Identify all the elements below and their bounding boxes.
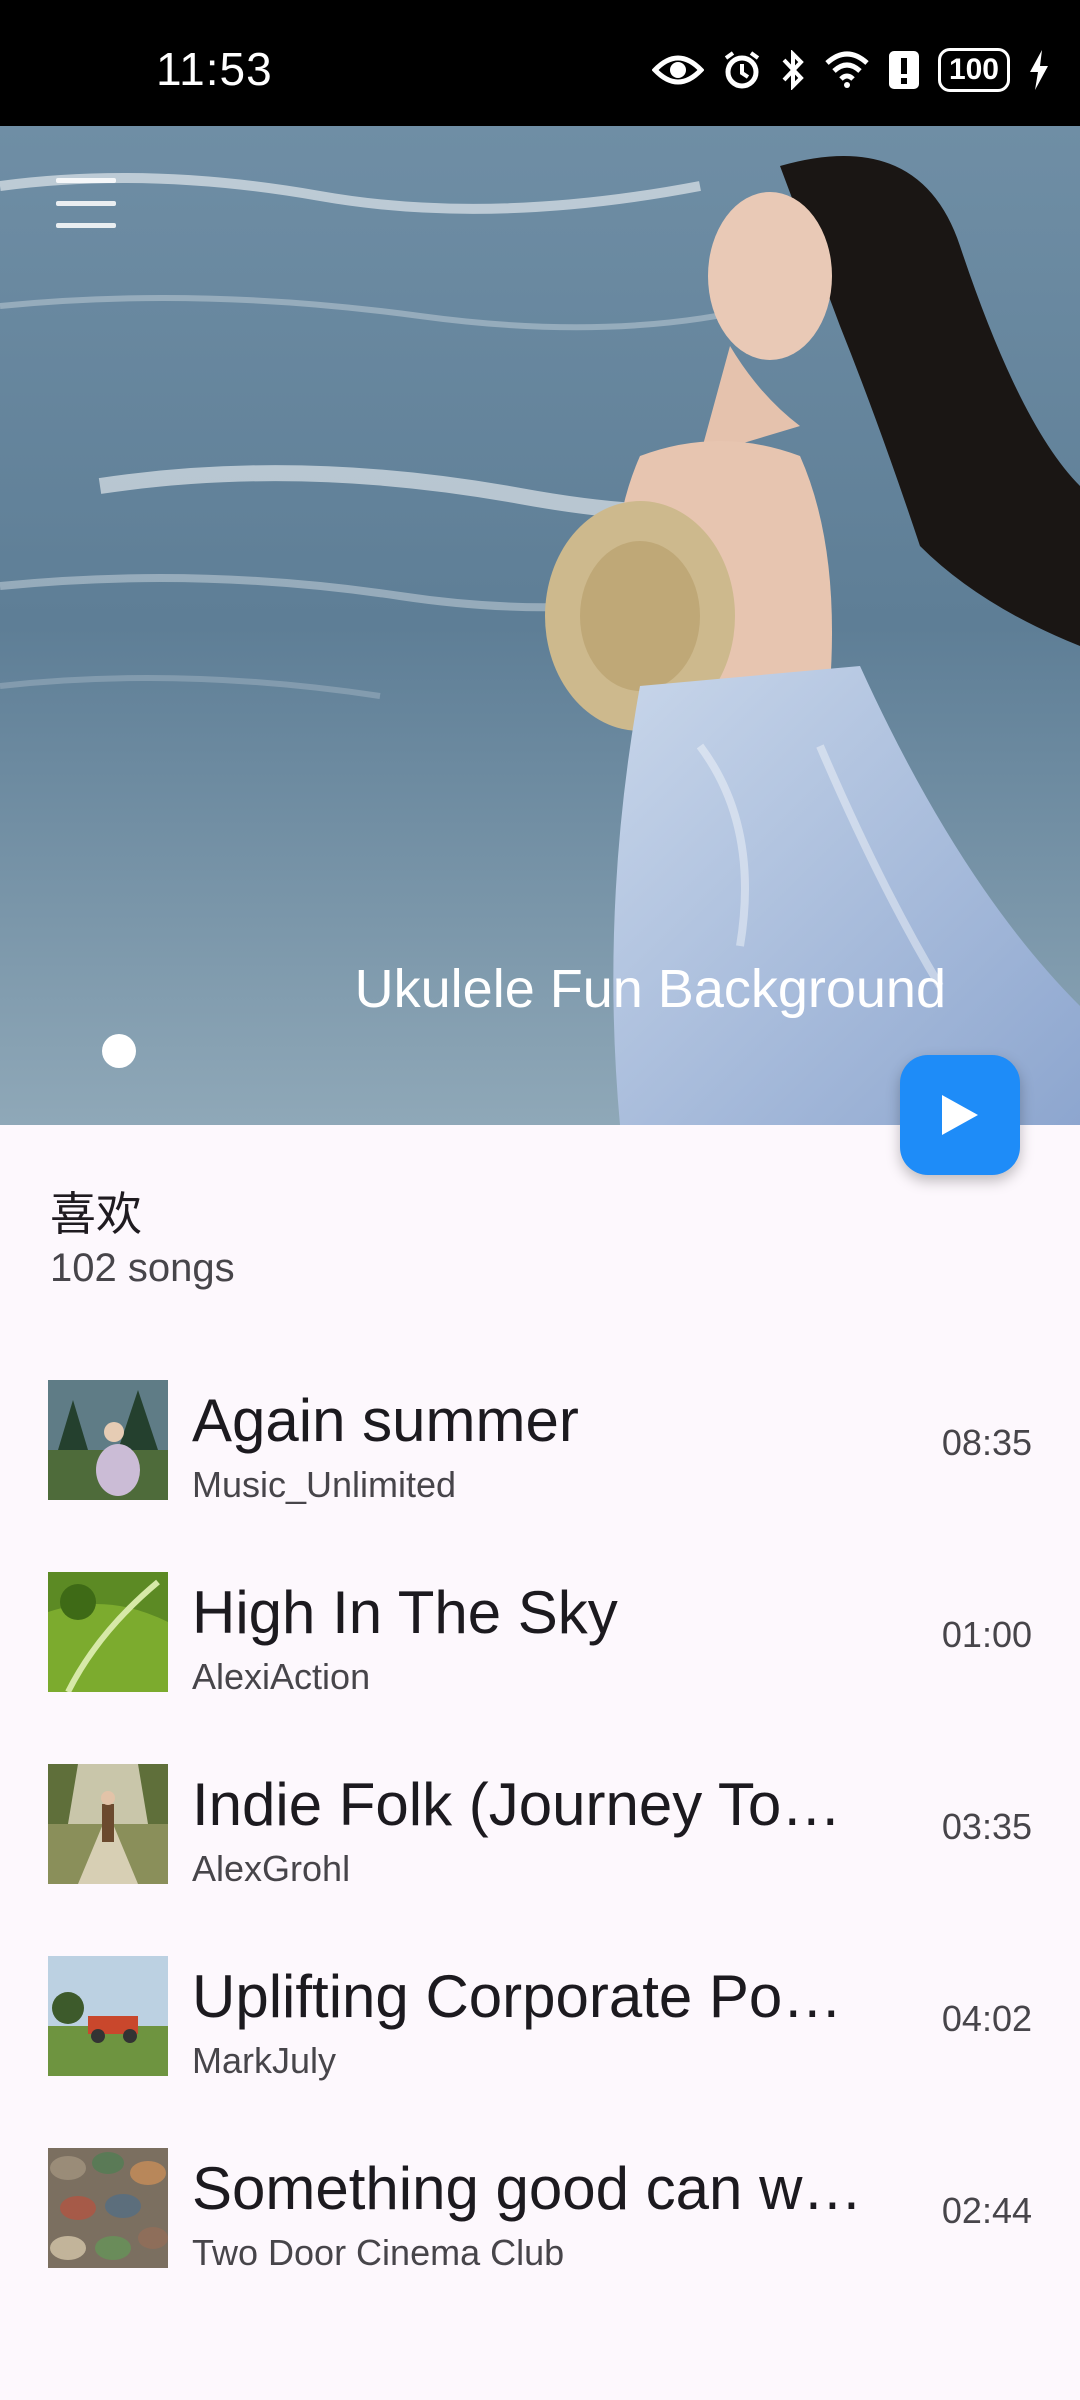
album-art [48,2148,168,2268]
song-row[interactable]: Uplifting Corporate Po… MarkJuly 04:02 [0,1946,1080,2138]
hero-banner[interactable]: Ukulele Fun Background [0,126,1080,1125]
hero-title: Ukulele Fun Background [354,959,946,1019]
playlist-title: 喜欢 [50,1188,142,1240]
song-title: Again summer [192,1387,579,1454]
song-duration: 03:35 [941,1806,1032,1847]
status-bar: 11:53 100 [0,0,1080,126]
charging-icon [1030,50,1048,90]
eye-icon [651,55,704,85]
status-icons: 100 [651,44,1050,96]
wifi-icon [825,51,869,88]
alarm-icon [724,51,760,89]
album-art [48,1956,168,2076]
play-all-button[interactable] [900,1055,1020,1175]
song-title: Something good can w… [192,2155,863,2222]
hamburger-menu-icon [56,178,116,183]
song-title: High In The Sky [192,1579,618,1646]
song-list: Again summer Music_Unlimited 08:35 High … [0,1370,1080,2330]
album-art [48,1572,168,1692]
album-art [48,1380,168,1500]
song-row[interactable]: Again summer Music_Unlimited 08:35 [0,1370,1080,1562]
menu-button[interactable] [56,178,116,228]
song-duration: 08:35 [941,1422,1032,1463]
song-artist: MarkJuly [192,2040,337,2081]
song-artist: Two Door Cinema Club [192,2232,565,2273]
status-time: 11:53 [156,43,273,95]
album-art [48,1764,168,1884]
battery-icon: 100 [937,48,1010,92]
play-icon [942,1095,978,1135]
song-row[interactable]: High In The Sky AlexiAction 01:00 [0,1562,1080,1754]
bluetooth-icon [782,50,804,90]
song-artist: AlexGrohl [192,1848,351,1889]
carousel-indicator[interactable] [102,1034,136,1068]
song-row[interactable]: Indie Folk (Journey To… AlexGrohl 03:35 [0,1754,1080,1946]
song-artist: Music_Unlimited [192,1464,457,1505]
song-title: Indie Folk (Journey To… [192,1771,842,1838]
song-artist: AlexiAction [192,1656,371,1697]
song-row[interactable]: Something good can w… Two Door Cinema Cl… [0,2138,1080,2330]
song-duration: 02:44 [941,2190,1032,2231]
song-duration: 04:02 [941,1998,1032,2039]
playlist-song-count: 102 songs [50,1246,235,1290]
alert-icon [888,51,919,89]
song-duration: 01:00 [941,1614,1032,1655]
song-title: Uplifting Corporate Po… [192,1963,843,2030]
